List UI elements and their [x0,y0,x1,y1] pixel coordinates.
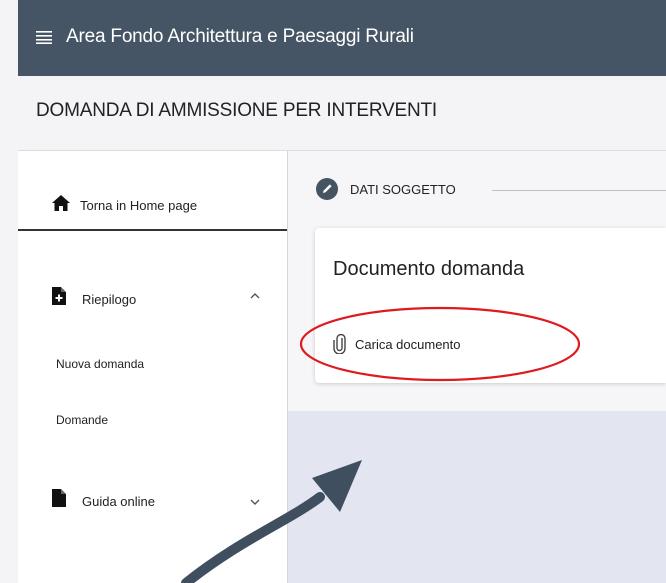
sidebar-item-guida-online[interactable]: Guida online [18,485,287,515]
card-title: Documento domanda [333,258,525,280]
paperclip-icon [333,334,346,354]
app-header: Area Fondo Architettura e Paesaggi Rural… [18,0,666,76]
step-connector [492,190,666,191]
sidebar-subitem-domande[interactable]: Domande [56,413,108,427]
step-circle [316,178,338,200]
sidebar-item-riepilogo[interactable]: Riepilogo [18,283,287,313]
pencil-icon [323,184,332,193]
file-add-icon [52,287,66,305]
sidebar-item-label: Riepilogo [82,292,137,307]
chevron-down-icon[interactable] [248,495,262,509]
step-label: DATI SOGGETTO [350,182,456,197]
content-empty-area [288,411,666,583]
file-icon [52,489,66,507]
sidebar: Torna in Home page Riepilogo Nuova doman… [18,151,288,583]
page-header: DOMANDA DI AMMISSIONE PER INTERVENTI [18,76,666,151]
home-icon [52,195,70,211]
hamburger-icon[interactable] [36,30,52,44]
chevron-up-icon[interactable] [248,289,262,303]
upload-label: Carica documento [355,337,461,352]
sidebar-subitem-nuova-domanda[interactable]: Nuova domanda [56,357,144,371]
page-title: DOMANDA DI AMMISSIONE PER INTERVENTI [36,100,438,121]
document-card: Documento domanda Carica documento [315,228,666,383]
sidebar-item-label: Torna in Home page [80,198,198,213]
sidebar-item-home[interactable]: Torna in Home page [18,181,287,231]
app-title: Area Fondo Architettura e Paesaggi Rural… [66,26,414,47]
sidebar-item-label: Guida online [82,494,155,509]
